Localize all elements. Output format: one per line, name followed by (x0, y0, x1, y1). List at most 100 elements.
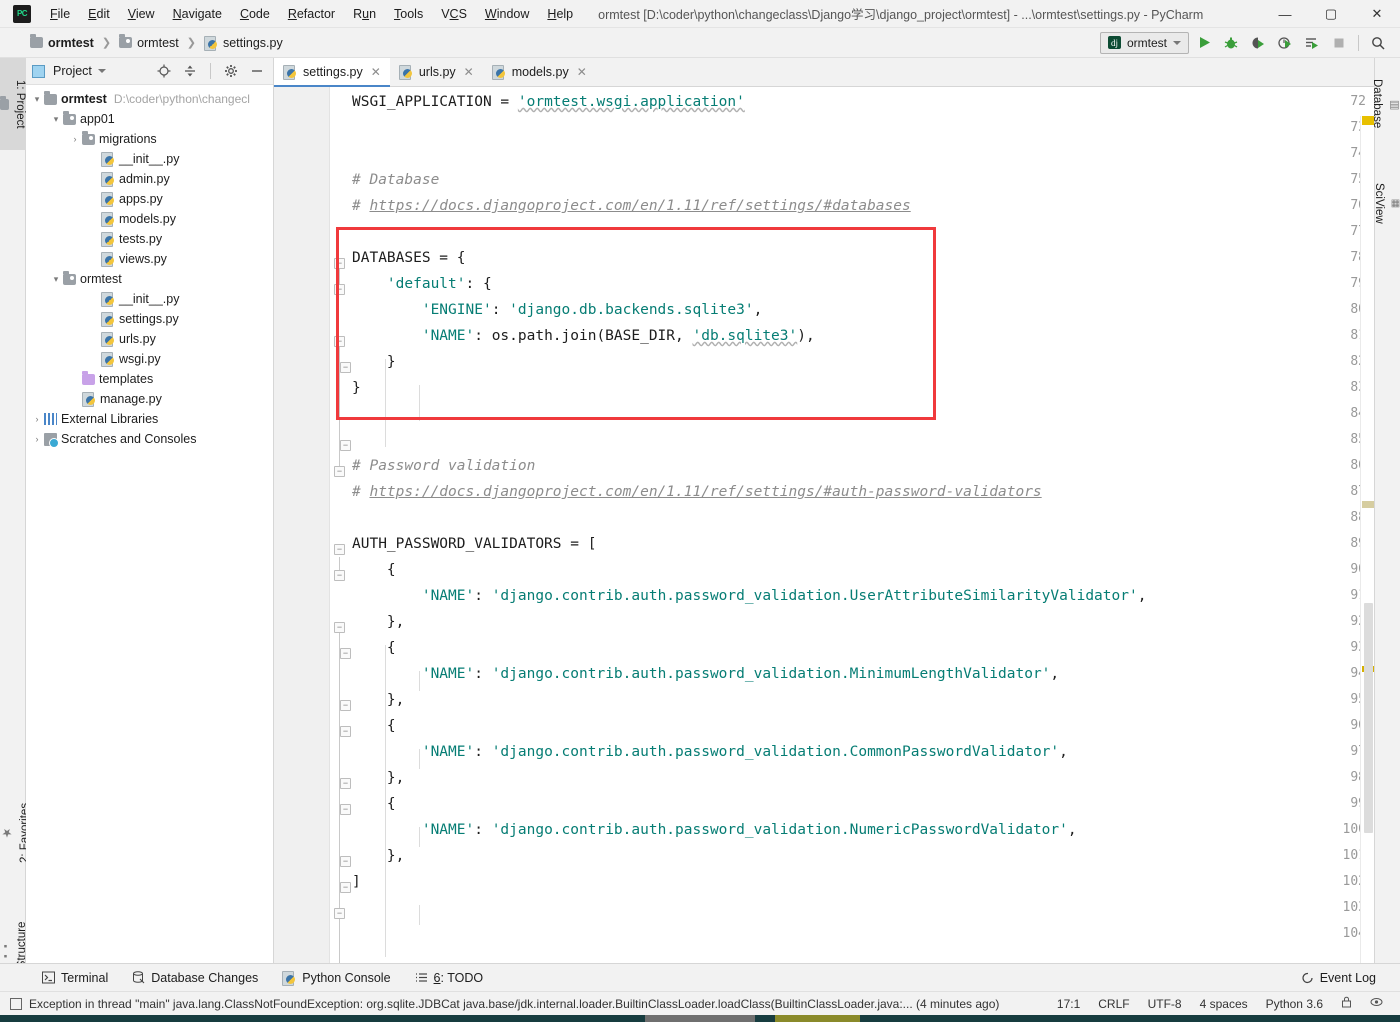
code-line[interactable]: { (352, 635, 396, 661)
profile-button[interactable] (1273, 31, 1297, 55)
tree-node[interactable]: ▾ app01 (26, 109, 273, 129)
code-line[interactable]: }, (352, 843, 404, 869)
close-icon[interactable]: ✕ (577, 65, 587, 79)
code-line[interactable]: WSGI_APPLICATION = 'ormtest.wsgi.applica… (352, 89, 745, 115)
tree-expand-arrow[interactable]: › (68, 134, 82, 144)
caret-position[interactable]: 17:1 (1048, 997, 1089, 1011)
fold-marker-collapse[interactable]: − (340, 700, 351, 711)
sidebar-item-database[interactable]: ▤ Database (1371, 58, 1400, 150)
fold-marker-end[interactable]: − (334, 908, 345, 919)
bottom-item-terminal[interactable]: Terminal (30, 964, 120, 992)
code-line[interactable]: { (352, 557, 396, 583)
indent-setting[interactable]: 4 spaces (1191, 997, 1257, 1011)
menu-edit[interactable]: Edit (79, 3, 119, 25)
inspection-icon[interactable] (1361, 996, 1392, 1011)
maximize-button[interactable]: ▢ (1308, 0, 1354, 28)
status-message-area[interactable]: Exception in thread "main" java.lang.Cla… (10, 997, 999, 1011)
code-line[interactable]: 'NAME': 'django.contrib.auth.password_va… (352, 739, 1068, 765)
sidebar-item-project[interactable]: 1: Project (0, 58, 26, 150)
fold-marker-end[interactable]: − (334, 466, 345, 477)
tree-expand-arrow[interactable]: › (30, 414, 44, 424)
close-icon[interactable]: ✕ (464, 65, 474, 79)
fold-marker-collapse[interactable]: − (340, 778, 351, 789)
breadcrumb-item-project[interactable]: ormtest (26, 34, 98, 52)
fold-marker-collapse[interactable]: − (334, 336, 345, 347)
code-line[interactable]: AUTH_PASSWORD_VALIDATORS = [ (352, 531, 596, 557)
tree-node[interactable]: ▾ ormtest D:\coder\python\changecl (26, 89, 273, 109)
code-line[interactable]: }, (352, 609, 404, 635)
code-line[interactable]: }, (352, 765, 404, 791)
tree-node[interactable]: urls.py (26, 329, 273, 349)
code-line[interactable]: ] (352, 869, 361, 895)
tree-expand-arrow[interactable]: ▾ (30, 94, 44, 105)
code-line[interactable]: 'NAME': 'django.contrib.auth.password_va… (352, 583, 1147, 609)
menu-bar[interactable]: File Edit View Navigate Code Refactor Ru… (41, 3, 582, 25)
code-line[interactable]: # https://docs.djangoproject.com/en/1.11… (352, 479, 1042, 505)
bottom-item-todo[interactable]: 6: TODO (403, 964, 496, 992)
fold-marker-collapse[interactable]: − (340, 362, 351, 373)
tree-expand-arrow[interactable]: ▾ (49, 114, 63, 125)
fold-marker-collapse[interactable]: − (340, 726, 351, 737)
close-icon[interactable]: ✕ (371, 65, 381, 79)
code-line[interactable]: 'NAME': 'django.contrib.auth.password_va… (352, 817, 1077, 843)
tree-node[interactable]: › External Libraries (26, 409, 273, 429)
run-button[interactable] (1192, 31, 1216, 55)
menu-help[interactable]: Help (538, 3, 582, 25)
locate-file-button[interactable] (154, 61, 174, 81)
python-interpreter[interactable]: Python 3.6 (1257, 997, 1332, 1011)
code-line[interactable]: { (352, 791, 396, 817)
event-log-button[interactable]: Event Log (1290, 964, 1388, 992)
fold-marker-end[interactable]: − (340, 440, 351, 451)
run-with-console-button[interactable] (1300, 31, 1324, 55)
bottom-item-database-changes[interactable]: Database Changes (120, 964, 270, 992)
hide-panel-button[interactable] (247, 61, 267, 81)
fold-marker-collapse[interactable]: − (334, 284, 345, 295)
tree-expand-arrow[interactable]: › (30, 434, 44, 444)
fold-marker-collapse[interactable]: − (340, 804, 351, 815)
debug-button[interactable] (1219, 31, 1243, 55)
close-button[interactable]: ✕ (1354, 0, 1400, 28)
code-line[interactable]: # https://docs.djangoproject.com/en/1.11… (352, 193, 911, 219)
fold-marker-collapse[interactable]: − (334, 622, 345, 633)
stop-button[interactable] (1327, 31, 1351, 55)
sidebar-item-sciview[interactable]: ▦ SciView (1373, 158, 1400, 248)
code-line[interactable]: 'ENGINE': 'django.db.backends.sqlite3', (352, 297, 762, 323)
tree-node[interactable]: › Scratches and Consoles (26, 429, 273, 449)
menu-run[interactable]: Run (344, 3, 385, 25)
menu-file[interactable]: File (41, 3, 79, 25)
run-coverage-button[interactable] (1246, 31, 1270, 55)
lock-icon[interactable] (1332, 996, 1361, 1011)
breadcrumb-item-file[interactable]: settings.py (200, 34, 287, 52)
editor-scrollbar-thumb[interactable] (1364, 603, 1373, 833)
code-line[interactable]: 'NAME': os.path.join(BASE_DIR, 'db.sqlit… (352, 323, 815, 349)
code-line[interactable]: { (352, 713, 396, 739)
tree-node[interactable]: tests.py (26, 229, 273, 249)
menu-refactor[interactable]: Refactor (279, 3, 344, 25)
code-line[interactable]: 'NAME': 'django.contrib.auth.password_va… (352, 661, 1059, 687)
breadcrumb-item-package[interactable]: ormtest (115, 34, 183, 52)
fold-marker-collapse[interactable]: − (334, 544, 345, 555)
tree-node[interactable]: apps.py (26, 189, 273, 209)
tree-node[interactable]: admin.py (26, 169, 273, 189)
tree-node[interactable]: __init__.py (26, 289, 273, 309)
code-folding-gutter[interactable] (330, 87, 352, 963)
fold-marker-collapse[interactable]: − (340, 856, 351, 867)
menu-tools[interactable]: Tools (385, 3, 432, 25)
tree-node[interactable]: ▾ ormtest (26, 269, 273, 289)
menu-window[interactable]: Window (476, 3, 538, 25)
editor-tab-models[interactable]: models.py ✕ (482, 58, 596, 86)
tree-expand-arrow[interactable]: ▾ (49, 274, 63, 285)
tree-node[interactable]: templates (26, 369, 273, 389)
sidebar-item-favorites[interactable]: ★ 2: Favorites (0, 778, 31, 888)
tree-node[interactable]: settings.py (26, 309, 273, 329)
file-encoding[interactable]: UTF-8 (1139, 997, 1191, 1011)
code-line[interactable]: DATABASES = { (352, 245, 466, 271)
bottom-item-python-console[interactable]: Python Console (270, 964, 402, 992)
code-line[interactable]: # Password validation (352, 453, 535, 479)
search-everywhere-button[interactable] (1366, 31, 1390, 55)
menu-view[interactable]: View (119, 3, 164, 25)
marker-change[interactable] (1362, 501, 1374, 508)
fold-marker-collapse[interactable]: − (340, 648, 351, 659)
run-configuration-selector[interactable]: dj ormtest (1099, 31, 1189, 54)
line-separator[interactable]: CRLF (1089, 997, 1138, 1011)
